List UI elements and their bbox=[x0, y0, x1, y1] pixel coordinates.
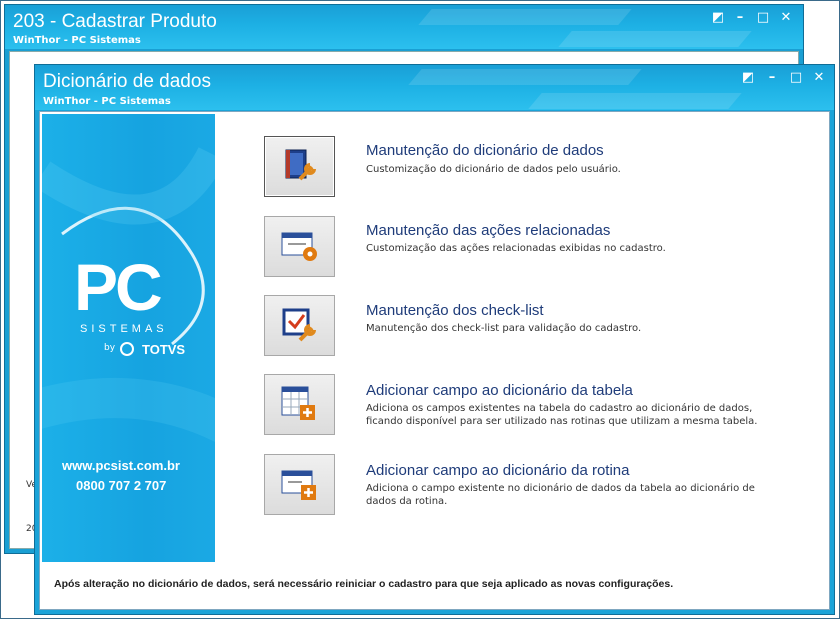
window-title: Dicionário de dados bbox=[43, 71, 211, 92]
totvs-icon bbox=[120, 342, 134, 356]
back-window-titlebar[interactable]: 203 - Cadastrar Produto WinThor - PC Sis… bbox=[5, 5, 803, 49]
totvs-logo-text: TOTVS bbox=[142, 342, 186, 357]
close-icon[interactable]: ✕ bbox=[812, 71, 826, 85]
option-title[interactable]: Manutenção do dicionário de dados bbox=[366, 142, 604, 159]
add-table-field-button[interactable] bbox=[264, 374, 335, 435]
maximize-icon[interactable]: □ bbox=[756, 11, 770, 25]
option-description: Adiciona o campo existente no dicionário… bbox=[366, 483, 755, 507]
option-description: Customização do dicionário de dados pelo… bbox=[366, 164, 621, 175]
checklist-maintenance-button[interactable] bbox=[264, 295, 335, 356]
checklist-wrench-icon bbox=[282, 308, 316, 342]
back-window-title: 203 - Cadastrar Produto bbox=[13, 11, 217, 32]
option-description: Adiciona os campos existentes na tabela … bbox=[366, 403, 758, 427]
close-icon[interactable]: ✕ bbox=[779, 11, 793, 25]
window-subtitle: WinThor - PC Sistemas bbox=[43, 96, 171, 107]
back-window-subtitle: WinThor - PC Sistemas bbox=[13, 35, 141, 46]
minimize-icon[interactable]: – bbox=[765, 71, 779, 85]
phone-number: 0800 707 2 707 bbox=[76, 478, 167, 493]
dictionary-window-body: PC SISTEMAS by TOTVS www.pcsist.com.br 0… bbox=[39, 111, 830, 610]
option-description: Manutenção dos check-list para validação… bbox=[366, 323, 642, 334]
option-title[interactable]: Manutenção das ações relacionadas bbox=[366, 222, 610, 239]
option-description: Customização das ações relacionadas exib… bbox=[366, 243, 666, 254]
minimize-icon[interactable]: – bbox=[733, 11, 747, 25]
related-actions-button[interactable] bbox=[264, 216, 335, 277]
dictionary-window-titlebar[interactable]: Dicionário de dados WinThor - PC Sistema… bbox=[35, 65, 834, 110]
option-title[interactable]: Adicionar campo ao dicionário da tabela bbox=[366, 382, 633, 399]
restore-icon[interactable]: ◩ bbox=[711, 11, 725, 25]
window-add-icon bbox=[281, 470, 316, 500]
maximize-icon[interactable]: □ bbox=[789, 71, 803, 85]
website-url: www.pcsist.com.br bbox=[62, 458, 180, 473]
swoosh-graphic bbox=[42, 146, 215, 443]
pc-sistemas-banner: PC SISTEMAS by TOTVS www.pcsist.com.br 0… bbox=[42, 114, 215, 562]
restart-warning-note: Após alteração no dicionário de dados, s… bbox=[54, 578, 674, 590]
option-title[interactable]: Adicionar campo ao dicionário da rotina bbox=[366, 462, 630, 479]
add-routine-field-button[interactable] bbox=[264, 454, 335, 515]
sistemas-logo-text: SISTEMAS bbox=[80, 323, 168, 335]
dictionary-window[interactable]: Dicionário de dados WinThor - PC Sistema… bbox=[34, 64, 835, 615]
option-title[interactable]: Manutenção dos check-list bbox=[366, 302, 544, 319]
book-wrench-icon bbox=[285, 149, 316, 181]
pc-logo: PC bbox=[74, 250, 163, 324]
window-gear-icon bbox=[281, 232, 317, 261]
table-add-icon bbox=[281, 386, 315, 420]
dictionary-maintenance-button[interactable] bbox=[264, 136, 335, 197]
restore-icon[interactable]: ◩ bbox=[741, 71, 755, 85]
by-text: by bbox=[104, 343, 116, 353]
